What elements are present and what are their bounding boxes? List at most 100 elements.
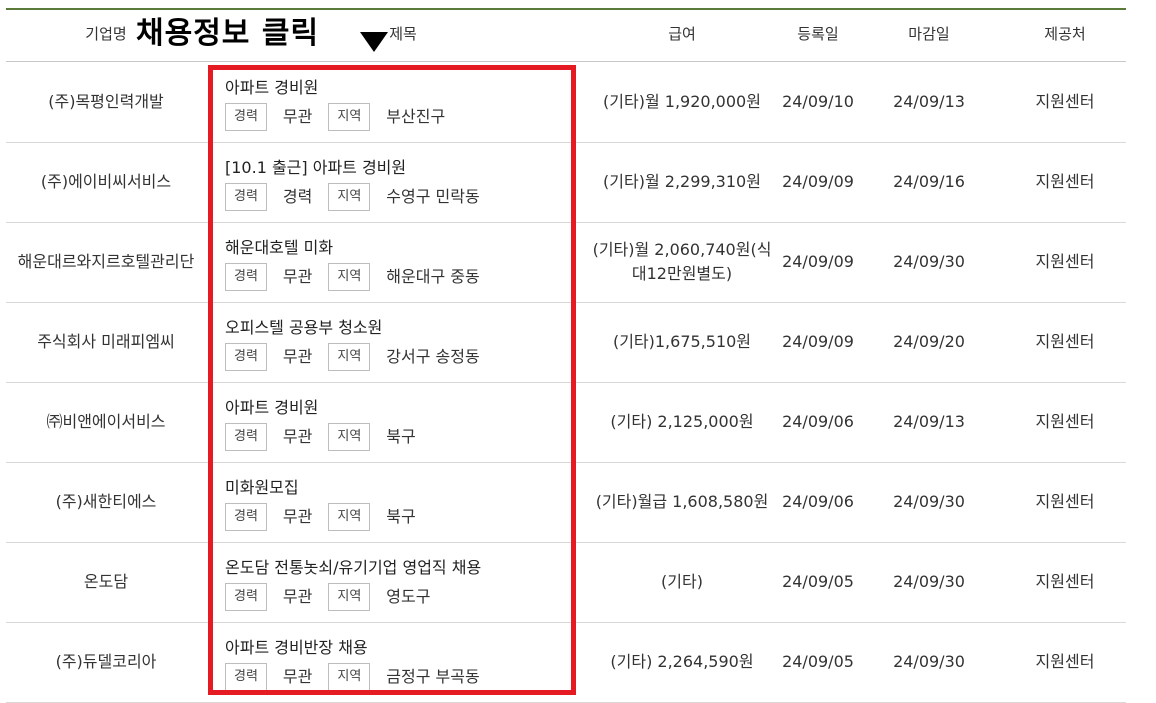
career-value: 무관 [282,507,313,526]
job-title-link[interactable]: 오피스텔 공용부 청소원 [225,316,382,340]
company-name: (주)새한티에스 [55,492,157,511]
career-tag: 경력 [225,503,267,531]
region-value: 북구 [386,427,416,446]
table-header: 기업명 제목 급여 등록일 마감일 제공처 채용정보 클릭 [6,10,1126,62]
career-tag: 경력 [225,103,267,131]
company-name: (주)목평인력개발 [48,92,164,111]
source: 지원센터 [1035,492,1095,511]
career-value: 무관 [282,347,313,366]
deadline-date: 24/09/30 [893,492,965,511]
registered-date: 24/09/10 [782,92,854,111]
registered-date: 24/09/06 [782,492,854,511]
salary: (기타)1,675,510원 [612,332,752,351]
company-name: (주)듀델코리아 [55,652,157,671]
deadline-date: 24/09/13 [893,92,965,111]
header-source: 제공처 [1044,25,1086,43]
career-value: 무관 [282,587,313,606]
job-title-cell[interactable]: 아파트 경비원 경력 무관 지역 부산진구 [206,62,582,142]
region-tag: 지역 [328,583,371,611]
salary: (기타) 2,125,000원 [610,412,754,431]
salary: (기타)월급 1,608,580원 [595,492,769,511]
annotation-arrow-icon [360,32,388,52]
job-title-link[interactable]: 아파트 경비원 [225,396,318,420]
job-title-cell[interactable]: 아파트 경비원 경력 무관 지역 북구 [206,382,582,462]
registered-date: 24/09/05 [782,572,854,591]
job-tags: 경력 경력 지역 수영구 민락동 [225,183,496,211]
salary: (기타)월 2,060,740원(식대12만원별도) [592,240,772,283]
region-tag: 지역 [328,423,371,451]
job-tags: 경력 무관 지역 영도구 [225,583,446,611]
source: 지원센터 [1035,572,1095,591]
region-value: 강서구 송정동 [386,347,480,366]
table-row: (주)에이비씨서비스 [10.1 출근] 아파트 경비원 경력 경력 지역 수영… [6,142,1126,223]
region-tag: 지역 [328,263,371,291]
region-tag: 지역 [328,503,371,531]
job-title-link[interactable]: 미화원모집 [225,476,299,500]
deadline-date: 24/09/13 [893,412,965,431]
job-tags: 경력 무관 지역 금정구 부곡동 [225,663,496,691]
registered-date: 24/09/09 [782,332,854,351]
region-value: 영도구 [386,587,431,606]
job-title-cell[interactable]: 해운대호텔 미화 경력 무관 지역 해운대구 중동 [206,222,582,302]
table-row: (주)목평인력개발 아파트 경비원 경력 무관 지역 부산진구 (기타)월 1,… [6,62,1126,143]
job-title-link[interactable]: 아파트 경비원 [225,76,318,100]
source: 지원센터 [1035,332,1095,351]
source: 지원센터 [1035,172,1095,191]
career-tag: 경력 [225,183,267,211]
career-tag: 경력 [225,423,267,451]
header-deadline: 마감일 [908,25,950,43]
job-tags: 경력 무관 지역 강서구 송정동 [225,343,496,371]
job-title-link[interactable]: 해운대호텔 미화 [225,236,333,260]
registered-date: 24/09/09 [782,172,854,191]
job-title-cell[interactable]: 오피스텔 공용부 청소원 경력 무관 지역 강서구 송정동 [206,302,582,382]
salary: (기타)월 1,920,000원 [603,92,761,111]
career-value: 무관 [282,267,313,286]
registered-date: 24/09/06 [782,412,854,431]
career-value: 무관 [282,107,313,126]
table-row: 온도담 온도담 전통놋쇠/유기기업 영업직 채용 경력 무관 지역 영도구 (기… [6,542,1126,623]
job-title-cell[interactable]: 미화원모집 경력 무관 지역 북구 [206,462,582,542]
job-title-cell[interactable]: 아파트 경비반장 채용 경력 무관 지역 금정구 부곡동 [206,622,582,702]
header-registered: 등록일 [797,25,839,43]
job-title-cell[interactable]: [10.1 출근] 아파트 경비원 경력 경력 지역 수영구 민락동 [206,142,582,222]
job-tags: 경력 무관 지역 북구 [225,423,432,451]
table-row: (주)듀델코리아 아파트 경비반장 채용 경력 무관 지역 금정구 부곡동 (기… [6,622,1126,703]
deadline-date: 24/09/16 [893,172,965,191]
table-row: 해운대르와지르호텔관리단 해운대호텔 미화 경력 무관 지역 해운대구 중동 (… [6,222,1126,303]
job-tags: 경력 무관 지역 북구 [225,503,432,531]
region-value: 북구 [386,507,416,526]
company-name: 온도담 [83,572,129,591]
salary: (기타) 2,264,590원 [610,652,754,671]
region-value: 부산진구 [386,107,446,126]
annotation-click-hint: 채용정보 클릭 [136,16,320,51]
career-value: 무관 [282,427,313,446]
registered-date: 24/09/05 [782,652,854,671]
job-title-link[interactable]: 아파트 경비반장 채용 [225,636,368,660]
table-row: ㈜비앤에이서비스 아파트 경비원 경력 무관 지역 북구 (기타) 2,125,… [6,382,1126,463]
region-tag: 지역 [328,343,371,371]
deadline-date: 24/09/20 [893,332,965,351]
table-row: 주식회사 미래피엠씨 오피스텔 공용부 청소원 경력 무관 지역 강서구 송정동… [6,302,1126,383]
career-tag: 경력 [225,263,267,291]
company-name: 해운대르와지르호텔관리단 [17,252,195,271]
header-salary: 급여 [668,25,696,43]
job-title-cell[interactable]: 온도담 전통놋쇠/유기기업 영업직 채용 경력 무관 지역 영도구 [206,542,582,622]
company-name: (주)에이비씨서비스 [40,172,172,191]
salary: (기타)월 2,299,310원 [603,172,761,191]
region-tag: 지역 [328,183,371,211]
region-value: 금정구 부곡동 [386,667,480,686]
registered-date: 24/09/09 [782,252,854,271]
career-tag: 경력 [225,583,267,611]
job-title-link[interactable]: 온도담 전통놋쇠/유기기업 영업직 채용 [225,556,481,580]
career-value: 경력 [282,187,313,206]
source: 지원센터 [1035,652,1095,671]
region-value: 수영구 민락동 [386,187,480,206]
job-title-link[interactable]: [10.1 출근] 아파트 경비원 [225,156,406,180]
source: 지원센터 [1035,252,1095,271]
career-value: 무관 [282,667,313,686]
job-tags: 경력 무관 지역 부산진구 [225,103,461,131]
career-tag: 경력 [225,343,267,371]
deadline-date: 24/09/30 [893,572,965,591]
company-name: 주식회사 미래피엠씨 [37,332,175,351]
salary: (기타) [661,572,703,591]
